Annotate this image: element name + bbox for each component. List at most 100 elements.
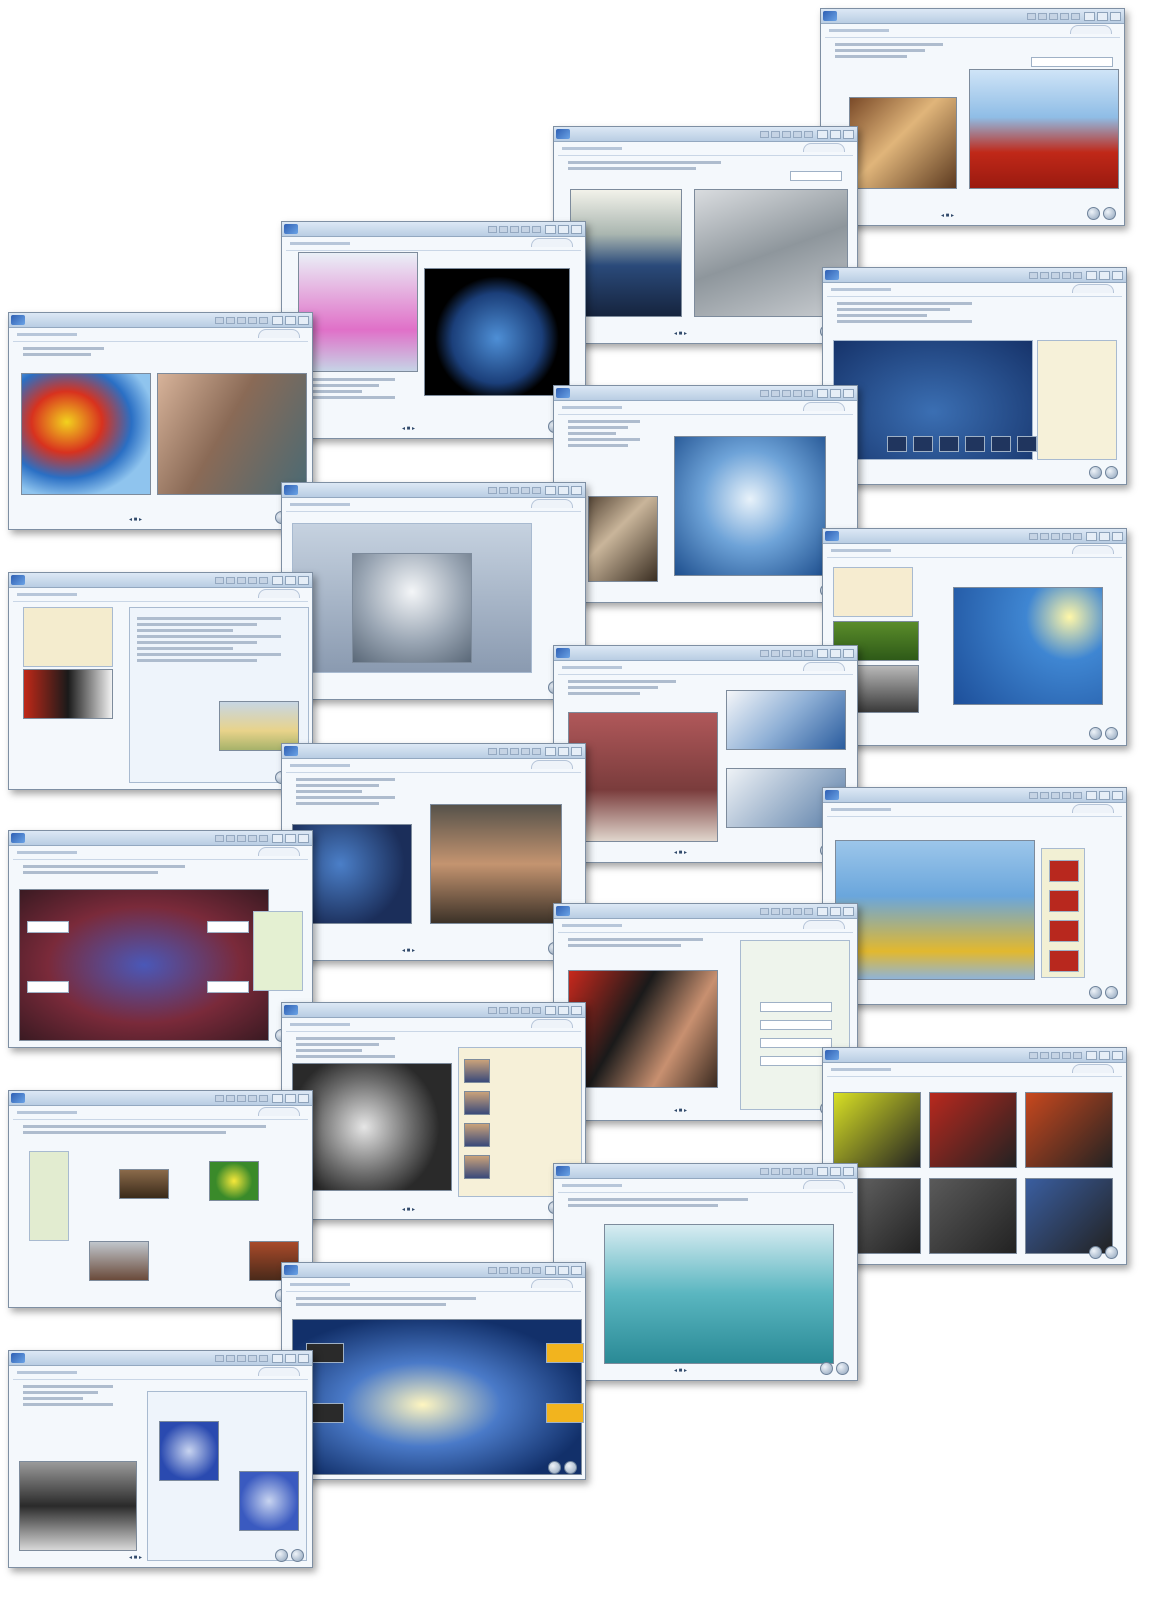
toolbar-button[interactable] [510,748,519,755]
toolbar-button[interactable] [226,317,235,324]
toolbar-button[interactable] [237,1095,246,1102]
forward-arrow-icon[interactable] [291,1549,304,1562]
title-bar[interactable] [9,831,312,846]
back-arrow-icon[interactable] [548,1461,561,1474]
back-arrow-icon[interactable] [1087,207,1100,220]
toolbar-button[interactable] [771,390,780,397]
toolbar-button[interactable] [510,487,519,494]
toolbar-button[interactable] [259,317,268,324]
maximize-button[interactable] [285,316,296,325]
toolbar-button[interactable] [226,1095,235,1102]
toolbar-button[interactable] [226,1355,235,1362]
app-window-6[interactable]: ◂ ■ ▸ [8,312,313,530]
minimize-button[interactable] [1086,791,1097,800]
close-button[interactable] [843,1167,854,1176]
close-button[interactable] [298,576,309,585]
toolbar-button[interactable] [793,908,802,915]
close-button[interactable] [843,649,854,658]
minimize-button[interactable] [545,1266,556,1275]
maximize-button[interactable] [1099,791,1110,800]
toolbar-button[interactable] [488,1267,497,1274]
toolbar-button[interactable] [259,1095,268,1102]
minimize-button[interactable] [272,576,283,585]
minimize-button[interactable] [272,1354,283,1363]
close-button[interactable] [843,130,854,139]
title-bar[interactable] [282,1003,585,1018]
back-arrow-icon[interactable] [1089,727,1102,740]
maximize-button[interactable] [558,486,569,495]
back-arrow-icon[interactable] [275,1549,288,1562]
close-button[interactable] [298,1094,309,1103]
toolbar-button[interactable] [793,1168,802,1175]
maximize-button[interactable] [285,1094,296,1103]
toolbar-button[interactable] [1073,272,1082,279]
title-bar[interactable] [282,1263,585,1278]
toolbar-button[interactable] [1029,1052,1038,1059]
back-arrow-icon[interactable] [1089,986,1102,999]
maximize-button[interactable] [830,1167,841,1176]
toolbar-button[interactable] [1027,13,1036,20]
toolbar-button[interactable] [1038,13,1047,20]
maximize-button[interactable] [285,1354,296,1363]
maximize-button[interactable] [285,576,296,585]
minimize-button[interactable] [545,486,556,495]
app-window-16[interactable]: ◂ ■ ▸ [281,1002,586,1220]
minimize-button[interactable] [817,130,828,139]
minimize-button[interactable] [272,1094,283,1103]
back-arrow-icon[interactable] [1089,466,1102,479]
toolbar-button[interactable] [782,131,791,138]
toolbar-button[interactable] [760,908,769,915]
toolbar-button[interactable] [215,1355,224,1362]
close-button[interactable] [571,225,582,234]
maximize-button[interactable] [1097,12,1108,21]
toolbar-button[interactable] [1040,533,1049,540]
minimize-button[interactable] [545,1006,556,1015]
title-bar[interactable] [282,483,585,498]
close-button[interactable] [1112,271,1123,280]
maximize-button[interactable] [1099,532,1110,541]
toolbar-button[interactable] [771,1168,780,1175]
app-window-15[interactable] [822,1047,1127,1265]
toolbar-button[interactable] [782,390,791,397]
toolbar-button[interactable] [499,1007,508,1014]
toolbar-button[interactable] [804,908,813,915]
app-window-1[interactable]: ◂ ■ ▸ [820,8,1125,226]
toolbar-button[interactable] [248,1095,257,1102]
close-button[interactable] [1110,12,1121,21]
toolbar-button[interactable] [488,487,497,494]
app-window-10[interactable]: ◂ ■ ▸ [553,645,858,863]
app-window-19[interactable] [281,1262,586,1480]
app-window-5[interactable] [553,385,858,603]
app-window-13[interactable] [8,830,313,1048]
toolbar-button[interactable] [771,131,780,138]
maximize-button[interactable] [285,834,296,843]
toolbar-button[interactable] [1051,1052,1060,1059]
minimize-button[interactable] [817,907,828,916]
toolbar-button[interactable] [1073,533,1082,540]
close-button[interactable] [298,316,309,325]
toolbar-button[interactable] [532,487,541,494]
toolbar-button[interactable] [1062,533,1071,540]
toolbar-button[interactable] [760,1168,769,1175]
toolbar-button[interactable] [771,650,780,657]
back-arrow-icon[interactable] [820,1362,833,1375]
toolbar-button[interactable] [532,1267,541,1274]
toolbar-button[interactable] [215,1095,224,1102]
title-bar[interactable] [554,904,857,919]
toolbar-button[interactable] [1071,13,1080,20]
close-button[interactable] [298,1354,309,1363]
minimize-button[interactable] [1086,1051,1097,1060]
toolbar-button[interactable] [226,577,235,584]
toolbar-button[interactable] [782,908,791,915]
close-button[interactable] [298,834,309,843]
minimize-button[interactable] [545,747,556,756]
toolbar-button[interactable] [488,748,497,755]
toolbar-button[interactable] [215,317,224,324]
app-window-4[interactable]: ◂ ■ ▸ [281,221,586,439]
title-bar[interactable] [282,744,585,759]
toolbar-button[interactable] [1062,1052,1071,1059]
app-window-20[interactable]: ◂ ■ ▸ [8,1350,313,1568]
title-bar[interactable] [554,386,857,401]
minimize-button[interactable] [1086,271,1097,280]
app-window-3[interactable] [822,267,1127,485]
